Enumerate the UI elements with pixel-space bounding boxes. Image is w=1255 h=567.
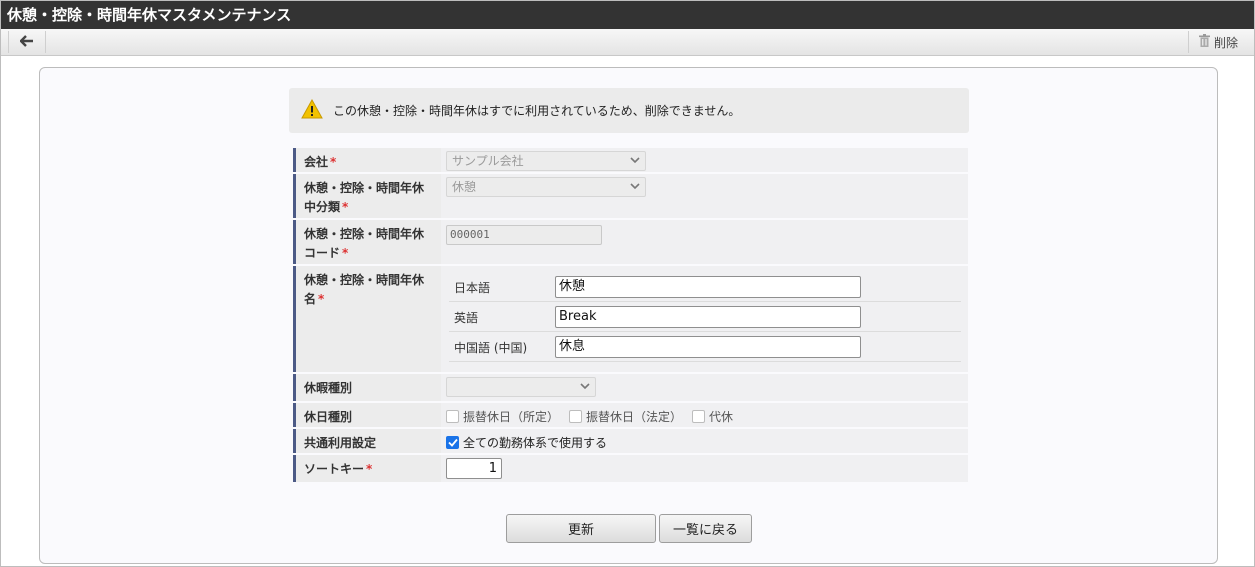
holiday-substitute-prescribed-label: 振替休日（所定） [463, 409, 560, 424]
name-language-table: 日本語 休憩 英語 Break 中国語 (中国) 休息 [449, 272, 961, 362]
lang-label-japanese: 日本語 [449, 272, 555, 302]
company-select[interactable]: サンプル会社 [446, 151, 646, 171]
row-leave-type: 休暇種別 [293, 374, 968, 401]
name-row-japanese: 日本語 休憩 [449, 272, 961, 302]
holiday-compensatory-checkbox[interactable] [692, 409, 706, 423]
row-company: 会社 * サンプル会社 [293, 148, 968, 172]
leave-type-label: 休暇種別 [293, 374, 441, 401]
lang-label-chinese: 中国語 (中国) [449, 331, 555, 362]
update-button[interactable]: 更新 [506, 514, 656, 543]
holiday-substitute-statutory-checkbox[interactable] [569, 409, 583, 423]
row-category: 休憩・控除・時間年休 中分類 * 休憩 [293, 174, 968, 218]
name-row-chinese: 中国語 (中国) 休息 [449, 331, 961, 362]
trash-icon [1198, 34, 1210, 50]
page-title: 休憩・控除・時間年休マスタメンテナンス [1, 1, 1254, 29]
back-button[interactable] [8, 31, 46, 53]
warning-text: この休憩・控除・時間年休はすでに利用されているため、削除できません。 [333, 104, 741, 118]
toolbar: 削除 [1, 29, 1254, 56]
edit-form: 会社 * サンプル会社 休憩・控除・時間年休 中分類 * 休憩 休憩・控除・時間年休コ… [293, 146, 968, 484]
holiday-compensatory-label: 代休 [709, 409, 734, 424]
holiday-substitute-statutory-label: 振替休日（法定） [586, 409, 683, 424]
name-row-english: 英語 Break [449, 301, 961, 332]
delete-label: 削除 [1213, 35, 1238, 50]
warning-message-box: この休憩・控除・時間年休はすでに利用されているため、削除できません。 [289, 88, 969, 133]
code-label: 休憩・控除・時間年休 コード * [293, 220, 441, 264]
arrow-left-icon [19, 34, 34, 50]
company-label: 会社 * [293, 148, 441, 172]
row-code: 休憩・控除・時間年休 コード * 000001 [293, 220, 968, 264]
row-holiday-type: 休日種別 振替休日（所定） 振替休日（法定） 代休 [293, 403, 968, 427]
shared-setting-label: 共通利用設定 [293, 429, 441, 453]
lang-label-english: 英語 [449, 301, 555, 332]
row-shared-setting: 共通利用設定 全ての勤務体系で使用する [293, 429, 968, 453]
code-field: 000001 [446, 225, 602, 245]
category-label: 休憩・控除・時間年休 中分類 * [293, 174, 441, 218]
sort-key-label: ソートキー * [293, 455, 441, 482]
chevron-down-icon [630, 153, 640, 172]
row-sort-key: ソートキー * 1 [293, 455, 968, 482]
warning-icon [301, 98, 323, 122]
chevron-down-icon [580, 379, 590, 398]
name-input-chinese[interactable]: 休息 [555, 336, 861, 358]
category-select[interactable]: 休憩 [446, 177, 646, 197]
shared-setting-option-label: 全ての勤務体系で使用する [463, 435, 608, 450]
leave-type-select[interactable] [446, 377, 596, 397]
holiday-type-label: 休日種別 [293, 403, 441, 427]
delete-button[interactable]: 削除 [1187, 31, 1244, 53]
name-input-japanese[interactable]: 休憩 [555, 276, 861, 298]
holiday-substitute-prescribed-checkbox[interactable] [446, 409, 459, 423]
row-name: 休憩・控除・時間年休名 * 日本語 休憩 英語 Break 中国語 (中国) 休息 [293, 266, 968, 372]
sort-key-input[interactable]: 1 [446, 458, 502, 479]
name-input-english[interactable]: Break [555, 306, 861, 328]
name-label: 休憩・控除・時間年休名 * [293, 266, 441, 372]
shared-setting-checkbox[interactable] [446, 435, 459, 449]
form-panel: この休憩・控除・時間年休はすでに利用されているため、削除できません。 会社 * サ… [39, 67, 1218, 564]
back-to-list-button[interactable]: 一覧に戻る [659, 514, 752, 543]
chevron-down-icon [630, 179, 640, 198]
